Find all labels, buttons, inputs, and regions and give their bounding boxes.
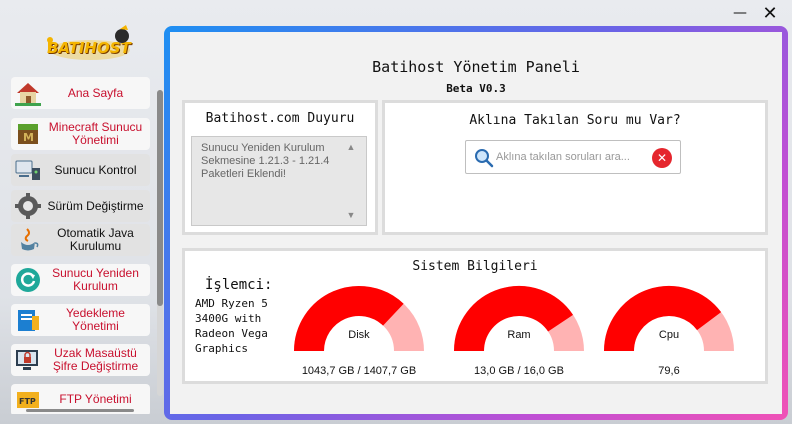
- sidebar-item-label: Sunucu Kontrol: [54, 162, 137, 177]
- ram-gauge: Ram 13,0 GB / 16,0 GB: [453, 285, 585, 377]
- search-box[interactable]: ✕: [465, 140, 681, 174]
- server-control-icon: [13, 155, 43, 185]
- backup-icon: [13, 305, 43, 335]
- system-info-card: Sistem Bilgileri İşlemci: AMD Ryzen 5 34…: [182, 248, 768, 384]
- close-button[interactable]: ✕: [756, 2, 784, 24]
- disk-gauge-arc: [294, 286, 424, 352]
- svg-text:M: M: [23, 131, 34, 144]
- batihost-logo: BATIHOST BATIHOST: [40, 24, 136, 68]
- version-gear-icon: [13, 191, 43, 221]
- sidebar-scrollbar[interactable]: [157, 90, 163, 396]
- gauge-fill: [604, 286, 722, 352]
- house-icon: [13, 78, 43, 108]
- sidebar-item-ana-sayfa[interactable]: Ana Sayfa: [11, 77, 150, 109]
- sidebar-item-label: Ana Sayfa: [67, 85, 124, 100]
- sidebar-item-label: Minecraft Sunucu Yönetimi: [48, 120, 143, 147]
- disk-gauge: Disk 1043,7 GB / 1407,7 GB: [293, 285, 425, 377]
- minimize-button[interactable]: —: [726, 2, 754, 24]
- gauge-value: 79,6: [658, 365, 680, 377]
- gauge-label: Cpu: [658, 329, 680, 341]
- main-panel: Batihost Yönetim Paneli Beta V0.3 Batiho…: [170, 32, 782, 414]
- java-icon: [13, 225, 43, 255]
- reinstall-icon: [13, 265, 43, 295]
- sidebar-item-yedekleme[interactable]: Yedekleme Yönetimi: [11, 304, 150, 336]
- gauge-value: 1043,7 GB / 1407,7 GB: [301, 365, 417, 377]
- search-input[interactable]: [496, 147, 644, 167]
- announcement-title: Batihost.com Duyuru: [205, 111, 355, 126]
- sidebar-item-minecraft[interactable]: M Minecraft Sunucu Yönetimi: [11, 118, 150, 150]
- question-card: Aklına Takılan Soru mu Var? ✕: [382, 100, 768, 235]
- gauge-value: 13,0 GB / 16,0 GB: [474, 365, 564, 377]
- ram-gauge-arc: [454, 286, 584, 352]
- sidebar-item-java-kurulumu[interactable]: Otomatik Java Kurulumu: [11, 224, 150, 256]
- cpu-gauge: Cpu 79,6: [603, 285, 735, 377]
- announcement-text: Sunucu Yeniden Kurulum Sekmesine 1.21.3 …: [201, 142, 330, 180]
- sidebar-item-label: Yedekleme Yönetimi: [66, 306, 125, 333]
- sidebar-item-label: Sürüm Değiştirme: [47, 198, 144, 213]
- page-title: Batihost Yönetim Paneli: [372, 58, 580, 76]
- question-title: Aklına Takılan Soru mu Var?: [469, 113, 681, 128]
- announcement-card: Batihost.com Duyuru Sunucu Yeniden Kurul…: [182, 100, 378, 235]
- system-info-title: Sistem Bilgileri: [412, 259, 538, 274]
- sidebar-item-uzak-masaustu[interactable]: Uzak Masaüstü Şifre Değiştirme: [11, 344, 150, 376]
- gauge-label: Disk: [348, 329, 370, 341]
- gauge-fill: [454, 286, 574, 352]
- cpu-name: AMD Ryzen 5 3400G with Radeon Vega Graph…: [195, 297, 268, 355]
- scroll-up-icon[interactable]: ▲: [344, 142, 358, 154]
- clear-search-icon[interactable]: ✕: [652, 148, 672, 168]
- sidebar-item-label: Sunucu Yeniden Kurulum: [52, 266, 139, 293]
- sidebar-scrollbar-thumb[interactable]: [157, 90, 163, 306]
- cpu-label: İşlemci:: [205, 277, 273, 293]
- scroll-down-icon[interactable]: ▼: [344, 210, 358, 222]
- svg-text:FTP: FTP: [19, 397, 36, 406]
- cpu-gauge-arc: [604, 286, 734, 352]
- sidebar-item-label: Otomatik Java Kurulumu: [57, 226, 134, 253]
- main-panel-frame: Batihost Yönetim Paneli Beta V0.3 Batiho…: [164, 26, 788, 420]
- remote-desktop-lock-icon: [13, 345, 43, 375]
- sidebar-horizontal-scrollbar[interactable]: [26, 409, 134, 412]
- sidebar: Ana Sayfa M Minecraft Sunucu Yönetimi Su…: [0, 74, 168, 414]
- search-icon: [474, 148, 494, 168]
- sidebar-item-surum-degistirme[interactable]: Sürüm Değiştirme: [11, 190, 150, 222]
- sidebar-item-sunucu-kontrol[interactable]: Sunucu Kontrol: [11, 154, 150, 186]
- version-label: Beta V0.3: [446, 82, 506, 95]
- announcement-textbox[interactable]: Sunucu Yeniden Kurulum Sekmesine 1.21.3 …: [191, 136, 367, 226]
- minecraft-icon: M: [13, 119, 43, 149]
- sidebar-item-label: Uzak Masaüstü Şifre Değiştirme: [52, 346, 139, 373]
- gauge-label: Ram: [507, 329, 531, 341]
- gauge-fill: [294, 286, 404, 352]
- sidebar-item-yeniden-kurulum[interactable]: Sunucu Yeniden Kurulum: [11, 264, 150, 296]
